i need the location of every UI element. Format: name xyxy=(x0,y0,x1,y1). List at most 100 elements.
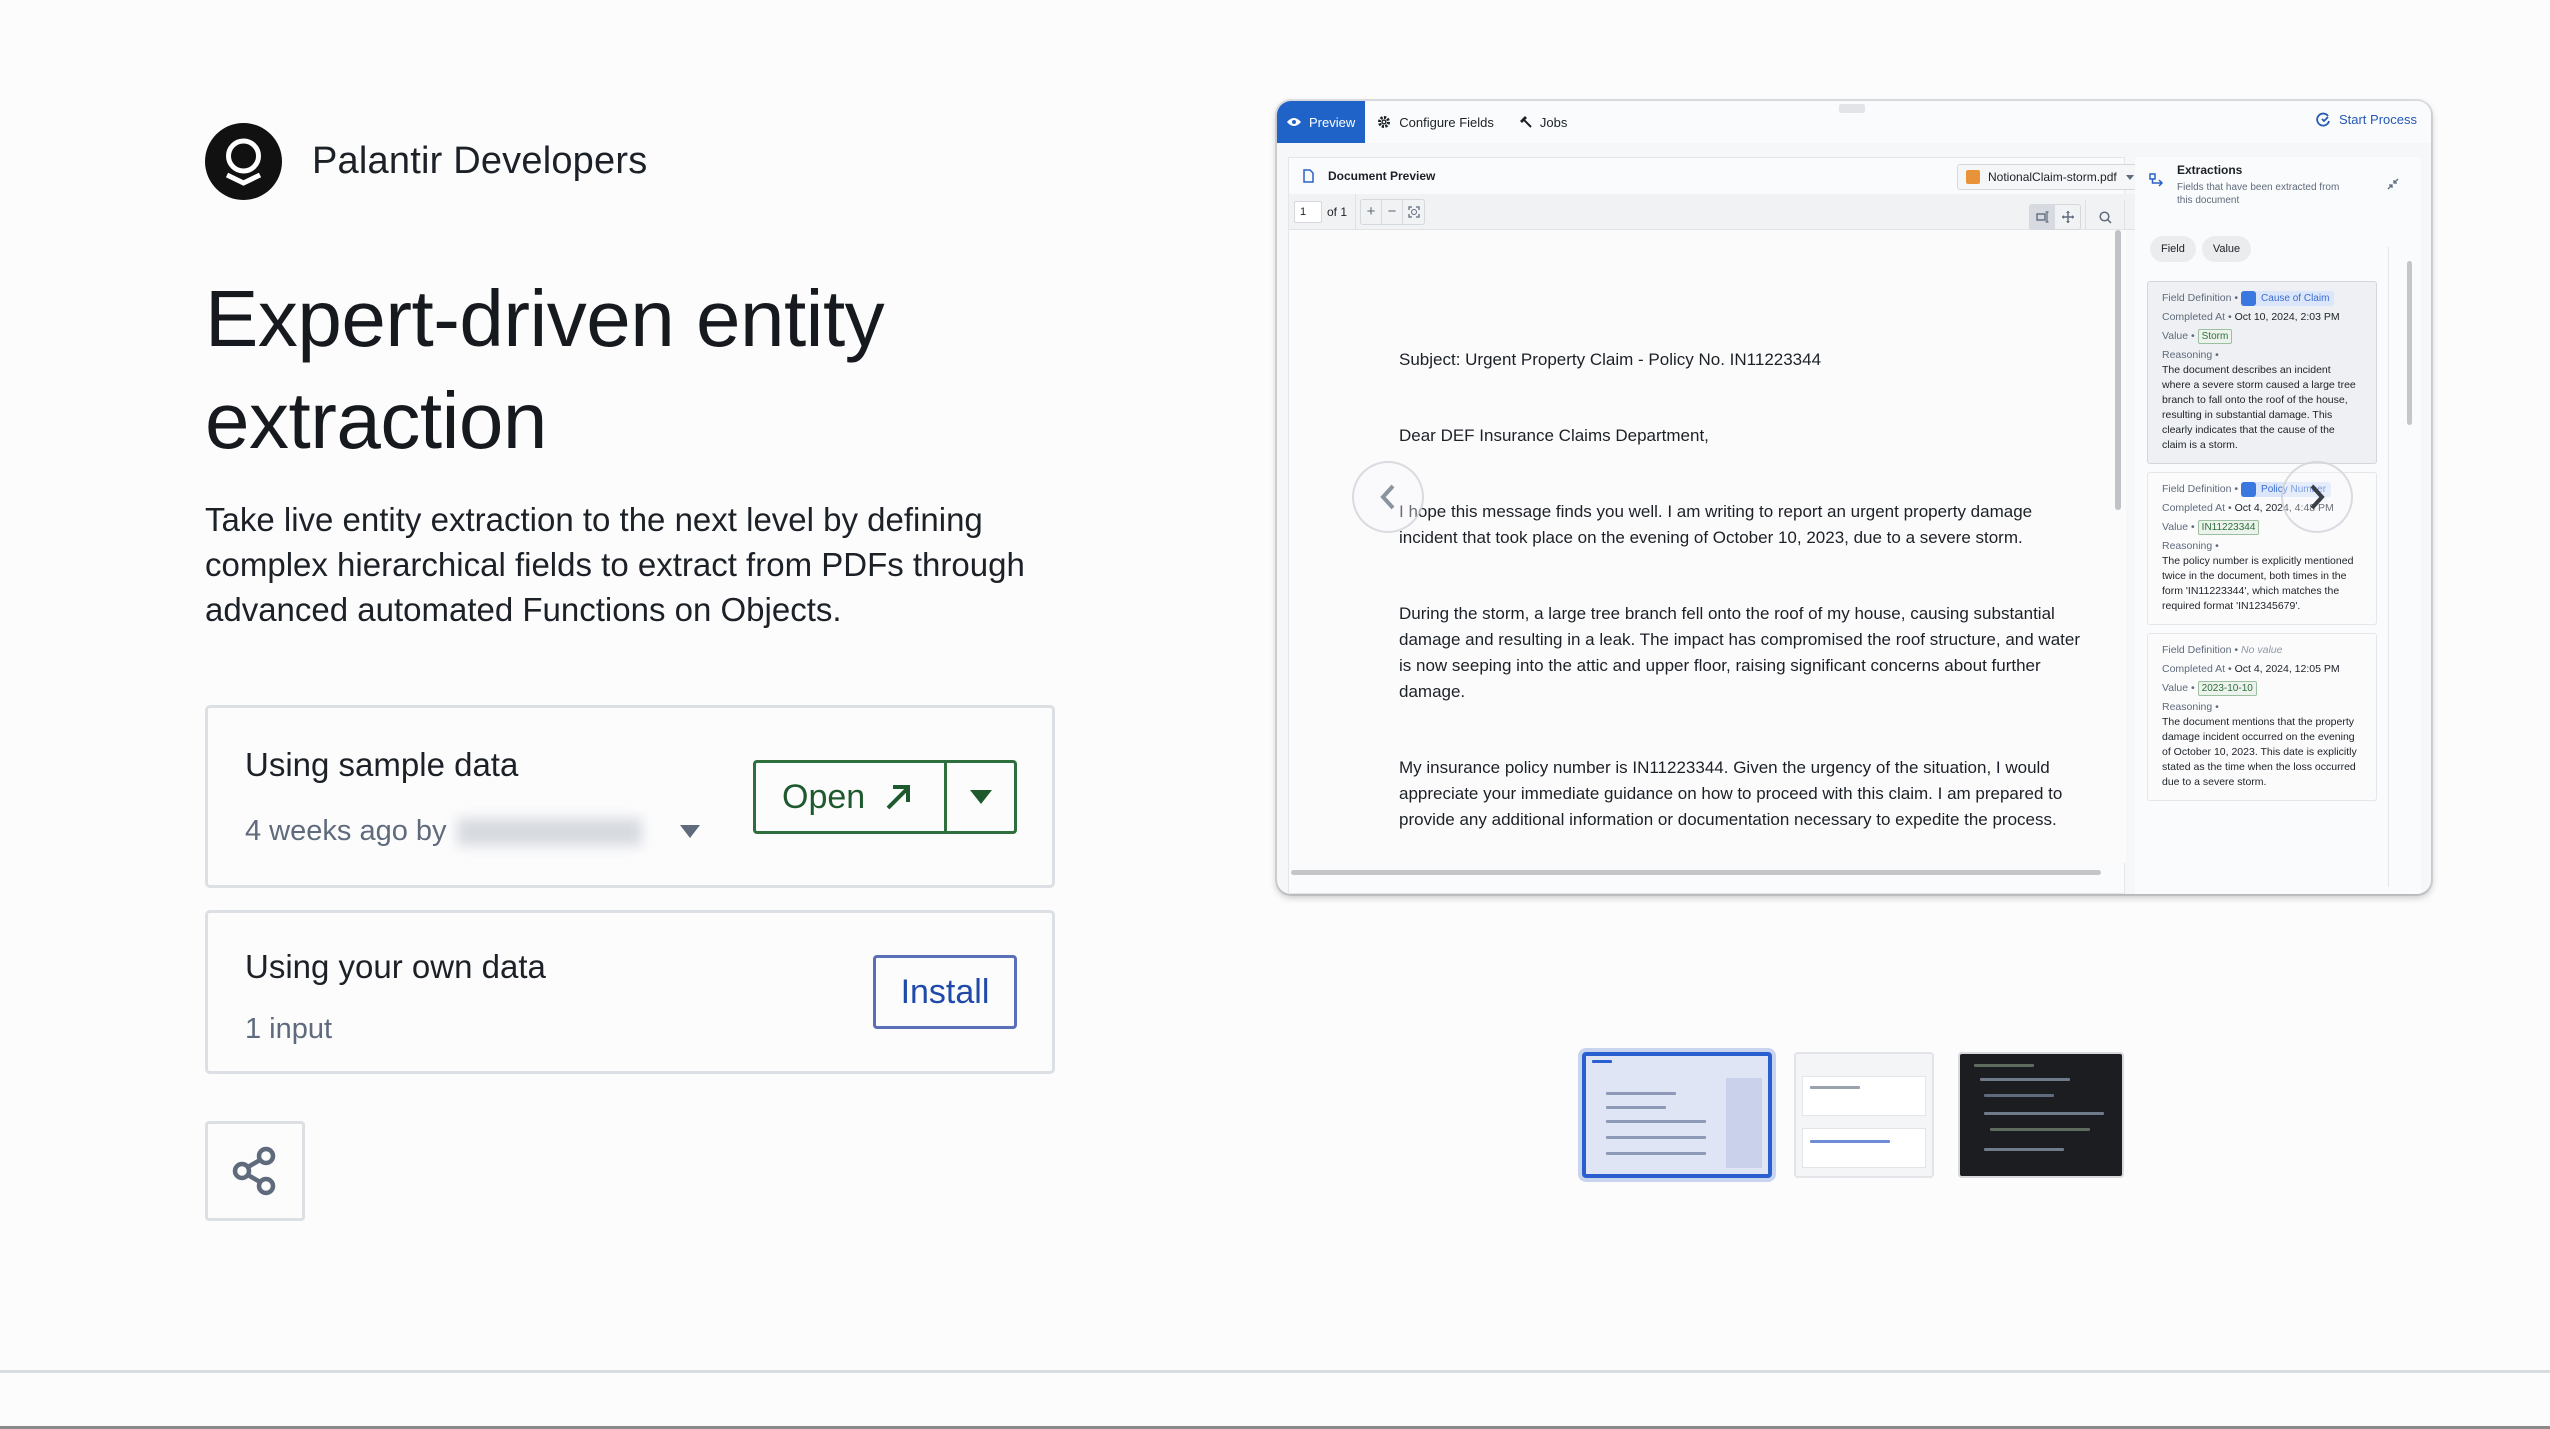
field-definition-label: Field Definition • xyxy=(2162,483,2239,495)
file-select-dropdown[interactable]: NotionalClaim-storm.pdf xyxy=(1957,164,2145,190)
document-icon xyxy=(1303,169,1314,183)
completed-at-label: Completed At • xyxy=(2162,502,2232,514)
fit-to-page-button[interactable] xyxy=(1403,200,1424,224)
thumbnail-detail xyxy=(1606,1120,1706,1123)
thumbnail-detail xyxy=(1726,1078,1762,1168)
search-icon xyxy=(2098,210,2112,224)
select-text-mode-button[interactable] xyxy=(2030,205,2055,229)
thumbnail-automation[interactable] xyxy=(1794,1052,1934,1178)
field-definition-label: Field Definition • xyxy=(2162,292,2239,304)
panel-divider xyxy=(2388,247,2389,887)
preview-screenshot-window: Preview Configure Fields Jobs Start Proc… xyxy=(1277,101,2431,894)
page-number-input[interactable]: 1 xyxy=(1294,200,1322,223)
reasoning-label: Reasoning • xyxy=(2162,349,2219,361)
value-row: Value • Storm xyxy=(2162,329,2362,344)
search-button[interactable] xyxy=(2090,205,2120,229)
toolbar-divider xyxy=(2124,200,2125,234)
open-options-dropdown[interactable] xyxy=(944,763,1014,831)
start-process-button[interactable]: Start Process xyxy=(2316,112,2417,127)
sample-data-timestamp: 4 weeks ago by xyxy=(245,815,447,847)
carousel-prev-button[interactable] xyxy=(1352,461,1424,533)
interaction-mode-toggle xyxy=(2029,204,2081,230)
thumbnail-detail xyxy=(1802,1128,1926,1168)
caret-down-icon xyxy=(969,790,992,804)
tab-jobs[interactable]: Jobs xyxy=(1506,101,1579,143)
tab-configure-fields[interactable]: Configure Fields xyxy=(1365,101,1506,143)
zoom-out-button[interactable]: − xyxy=(1382,199,1404,224)
caret-down-icon xyxy=(2125,174,2134,180)
document-paragraph: My insurance policy number is IN11223344… xyxy=(1399,758,2063,829)
completed-at-row: Completed At • Oct 4, 2024, 12:05 PM xyxy=(2162,662,2362,677)
completed-at-value: Oct 4, 2024, 12:05 PM xyxy=(2234,663,2340,675)
zoom-in-button[interactable]: + xyxy=(1361,199,1383,224)
page-total: of 1 xyxy=(1327,193,1357,230)
thumbnail-detail xyxy=(1984,1148,2064,1151)
field-definition-row: Field Definition • No value xyxy=(2162,643,2362,658)
zoom-controls: + − xyxy=(1360,198,1426,225)
open-button[interactable]: Open xyxy=(756,763,944,831)
document-horizontal-scrollbar[interactable] xyxy=(1291,870,2101,875)
document-paragraph: I hope this message finds you well. I am… xyxy=(1399,502,2033,547)
collapse-panel-button[interactable] xyxy=(2387,177,2399,195)
share-button[interactable] xyxy=(205,1121,305,1221)
brand-header: Palantir Developers xyxy=(205,123,647,200)
completed-at-value: Oct 10, 2024, 2:03 PM xyxy=(2234,311,2340,323)
document-vertical-scrollbar[interactable] xyxy=(2115,230,2121,510)
extracted-value: IN11223344 xyxy=(2197,520,2260,535)
field-name: Cause of Claim xyxy=(2261,293,2330,304)
sample-data-meta: 4 weeks ago by xyxy=(245,815,700,848)
page-description: Take live entity extraction to the next … xyxy=(205,501,1025,628)
completed-at-label: Completed At • xyxy=(2162,663,2232,675)
document-paragraph: During the storm, a large tree branch fe… xyxy=(1399,604,2080,701)
pan-mode-button[interactable] xyxy=(2055,205,2080,229)
thumbnail-detail xyxy=(1592,1060,1612,1063)
document-preview-panel: Document Preview NotionalClaim-storm.pdf… xyxy=(1288,157,2151,894)
pill-field[interactable]: Field xyxy=(2150,236,2196,262)
thumbnail-detail xyxy=(1810,1140,1890,1143)
thumbnail-detail xyxy=(1810,1086,1860,1089)
extractions-subtitle: Fields that have been extracted from thi… xyxy=(2177,182,2340,206)
extraction-item[interactable]: Field Definition • No value Completed At… xyxy=(2147,633,2377,801)
chevron-left-icon xyxy=(1380,484,1395,510)
redacted-author xyxy=(456,817,642,846)
extractions-title: Extractions xyxy=(2177,163,2243,177)
field-definition-label: Field Definition • xyxy=(2162,644,2239,656)
reasoning-label: Reasoning • xyxy=(2162,701,2219,713)
pdf-file-icon xyxy=(1966,170,1980,184)
thumbnail-code[interactable] xyxy=(1958,1052,2124,1178)
tab-preview[interactable]: Preview xyxy=(1277,101,1366,143)
thumbnail-detail xyxy=(1984,1094,2054,1097)
field-tag[interactable]: Cause of Claim xyxy=(2241,291,2335,306)
page-title: Expert-driven entity extraction xyxy=(205,274,885,465)
eye-icon xyxy=(1287,117,1301,127)
window-drag-handle[interactable] xyxy=(1839,104,1865,113)
extractions-scrollbar[interactable] xyxy=(2407,261,2412,425)
arrow-up-right-icon xyxy=(886,785,911,810)
thumbnail-detail xyxy=(1606,1092,1676,1095)
install-button[interactable]: Install xyxy=(873,955,1017,1029)
brand-name: Palantir Developers xyxy=(312,140,648,182)
hammer-icon xyxy=(1518,115,1532,129)
value-label: Value • xyxy=(2162,330,2195,342)
sample-data-title: Using sample data xyxy=(245,746,519,783)
carousel-next-button[interactable] xyxy=(2281,461,2353,533)
extraction-view-pills: Field Value xyxy=(2150,236,2257,262)
thumbnail-document-preview[interactable] xyxy=(1582,1052,1772,1178)
sample-data-card: Using sample data 4 weeks ago by Open xyxy=(205,705,1055,888)
field-type-icon xyxy=(2241,291,2257,306)
value-label: Value • xyxy=(2162,682,2195,694)
toolbar-divider xyxy=(2085,200,2086,234)
tab-jobs-label: Jobs xyxy=(1539,114,1568,130)
document-preview-title: Document Preview xyxy=(1328,169,1436,183)
thumbnail-detail xyxy=(1990,1128,2090,1131)
document-page: Subject: Urgent Property Claim - Policy … xyxy=(1289,230,2126,863)
pill-value[interactable]: Value xyxy=(2201,236,2252,262)
reasoning-text: The document mentions that the property … xyxy=(2162,716,2357,788)
fit-icon xyxy=(1407,205,1420,218)
document-subject: Subject: Urgent Property Claim - Policy … xyxy=(1399,350,1822,369)
caret-down-icon[interactable] xyxy=(679,825,700,838)
field-type-icon xyxy=(2241,482,2257,497)
open-button-group: Open xyxy=(753,760,1017,834)
extraction-item[interactable]: Field Definition • Cause of Claim Comple… xyxy=(2147,281,2377,464)
extracted-value: Storm xyxy=(2197,329,2233,344)
